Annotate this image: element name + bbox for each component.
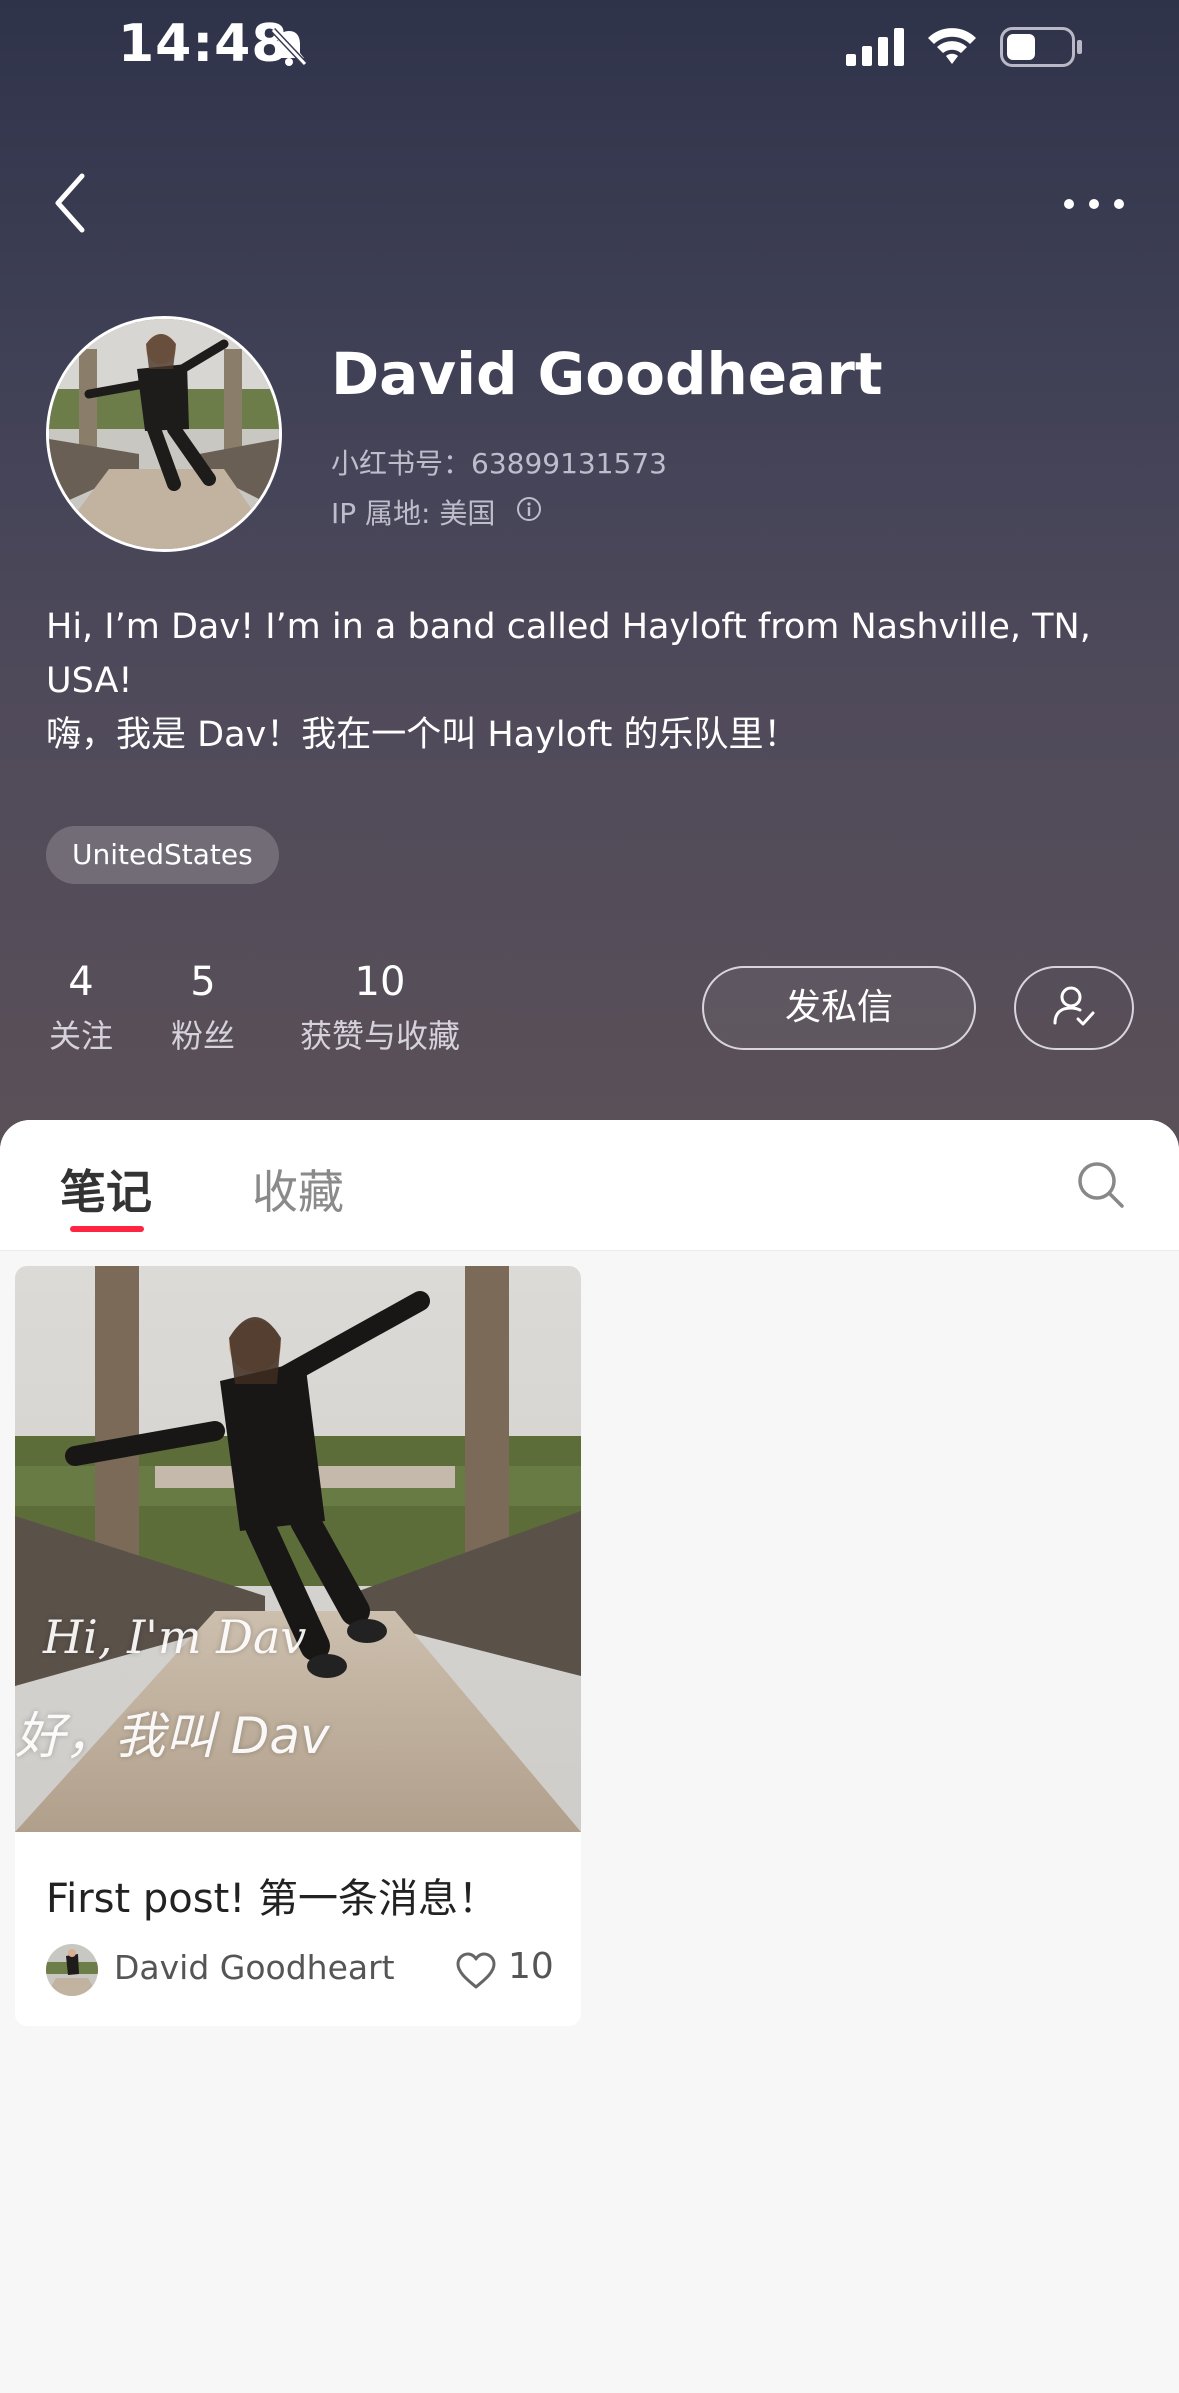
bio-line-zh: 嗨，我是 Dav！我在一个叫 Hayloft 的乐队里！ bbox=[46, 715, 799, 755]
author-avatar[interactable] bbox=[46, 1944, 98, 1996]
stat-following[interactable]: 4 关注 bbox=[46, 958, 116, 1060]
cover-caption-en: Hi, I'm Dav bbox=[43, 1610, 307, 1664]
tab-bar: 笔记 收藏 bbox=[0, 1120, 1179, 1251]
stat-followers-label: 粉丝 bbox=[170, 1017, 235, 1055]
author-name[interactable]: David Goodheart bbox=[114, 1948, 395, 1987]
bell-slash-icon bbox=[268, 26, 310, 72]
stat-following-value: 4 bbox=[68, 959, 94, 1005]
stat-following-label: 关注 bbox=[48, 1017, 113, 1055]
content-panel: 笔记 收藏 Hi, I'm Dav 好，我叫 Dav First post! 第… bbox=[0, 1120, 1179, 2393]
cover-caption-zh: 好，我叫 Dav bbox=[15, 1707, 330, 1765]
back-icon[interactable] bbox=[50, 170, 90, 240]
stat-likes-collects-value: 10 bbox=[354, 959, 406, 1005]
red-id: 小红书号：63899131573 bbox=[331, 447, 667, 480]
tab-notes[interactable]: 笔记 bbox=[60, 1156, 152, 1222]
active-tab-indicator bbox=[70, 1226, 144, 1232]
stat-followers[interactable]: 5 粉丝 bbox=[168, 958, 238, 1060]
profile-header: 14:48 David Goodheart 小红书号：63899131573 I… bbox=[0, 0, 1179, 1150]
like-count: 10 bbox=[508, 1946, 554, 1987]
search-icon[interactable] bbox=[1076, 1160, 1126, 1214]
more-icon[interactable] bbox=[1062, 196, 1126, 215]
bio: Hi, I’m Dav! I’m in a band called Haylof… bbox=[46, 600, 1136, 762]
stat-followers-value: 5 bbox=[190, 959, 216, 1005]
location-tag[interactable]: UnitedStates bbox=[46, 826, 279, 884]
note-title[interactable]: First post! 第一条消息！ bbox=[46, 1866, 498, 1924]
status-time: 14:48 bbox=[118, 14, 289, 74]
message-button[interactable]: 发私信 bbox=[702, 966, 976, 1050]
signal-icon bbox=[846, 28, 906, 70]
avatar[interactable] bbox=[46, 316, 282, 552]
ip-location-text: IP 属地: 美国 bbox=[331, 497, 496, 530]
display-name: David Goodheart bbox=[331, 340, 883, 408]
wifi-icon bbox=[926, 24, 978, 70]
stat-likes-collects[interactable]: 10 获赞与收藏 bbox=[291, 958, 469, 1060]
note-card[interactable]: Hi, I'm Dav 好，我叫 Dav First post! 第一条消息！ … bbox=[15, 1266, 581, 2026]
bio-line-en: Hi, I’m Dav! I’m in a band called Haylof… bbox=[46, 607, 1102, 701]
stat-likes-collects-label: 获赞与收藏 bbox=[299, 1017, 460, 1055]
follow-status-button[interactable] bbox=[1014, 966, 1134, 1050]
heart-icon[interactable] bbox=[455, 1952, 497, 1994]
tab-collections[interactable]: 收藏 bbox=[252, 1156, 344, 1222]
info-icon[interactable] bbox=[515, 495, 543, 530]
ip-location: IP 属地: 美国 bbox=[331, 492, 543, 532]
user-check-icon bbox=[1051, 983, 1097, 1033]
battery-icon bbox=[1000, 27, 1084, 71]
